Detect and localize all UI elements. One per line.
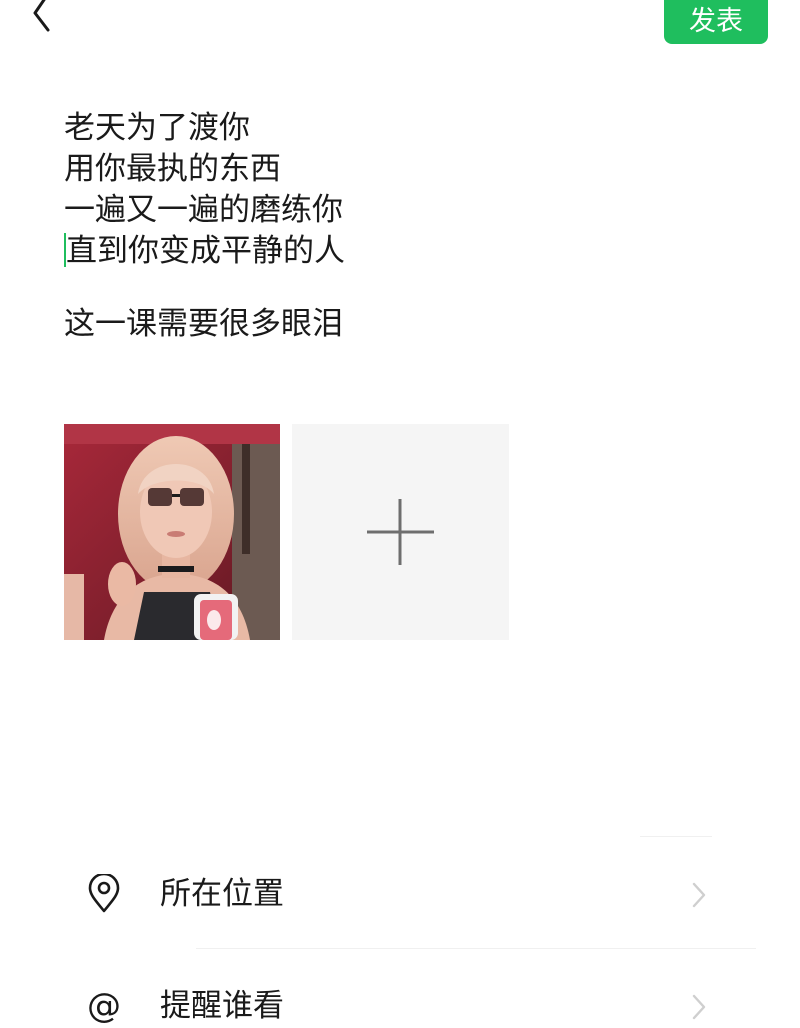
divider (196, 948, 756, 949)
location-pin-icon (88, 874, 120, 913)
publish-button[interactable]: 发表 (664, 0, 768, 44)
mention-label: 提醒谁看 (160, 988, 284, 1024)
post-text-line: 一遍又一遍的磨练你 (64, 192, 343, 228)
chevron-right-icon (692, 882, 706, 908)
compose-moment-screen: 发表 老天为了渡你 用你最执的东西 一遍又一遍的磨练你 直到你变成平静的人 这一… (0, 0, 800, 1028)
post-text-line: 用你最执的东西 (64, 151, 281, 187)
add-photo-button[interactable] (292, 424, 509, 640)
post-text-editor[interactable]: 老天为了渡你 用你最执的东西 一遍又一遍的磨练你 直到你变成平静的人 这一课需要… (64, 108, 724, 345)
post-text-line-with-cursor: 直到你变成平静的人 (64, 231, 724, 272)
plus-icon (367, 499, 434, 565)
mention-option[interactable]: @ 提醒谁看 (0, 966, 800, 1028)
post-text-blank-line (64, 272, 724, 304)
location-option[interactable]: 所在位置 (0, 854, 800, 934)
at-icon: @ (87, 986, 121, 1026)
attached-photo-thumbnail[interactable] (64, 424, 280, 640)
post-text-line: 这一课需要很多眼泪 (64, 306, 343, 342)
back-button[interactable] (22, 0, 62, 36)
post-text-line: 老天为了渡你 (64, 110, 250, 146)
svg-text:@: @ (87, 986, 121, 1026)
divider (640, 836, 712, 837)
chevron-left-icon (33, 0, 50, 32)
post-text-line: 直到你变成平静的人 (66, 233, 345, 269)
location-label: 所在位置 (160, 876, 284, 912)
chevron-right-icon (692, 994, 706, 1020)
photo-image (64, 424, 280, 640)
